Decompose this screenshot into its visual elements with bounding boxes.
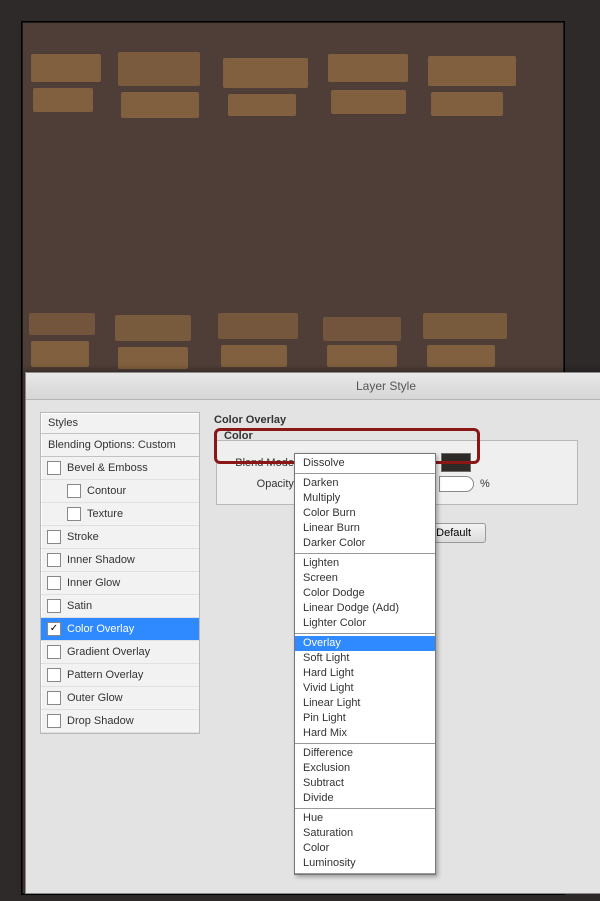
style-label: Satin [67,600,92,612]
blend-mode-option-hard-light[interactable]: Hard Light [295,666,435,681]
blend-mode-option-luminosity[interactable]: Luminosity [295,856,435,871]
blending-options-row[interactable]: Blending Options: Custom [41,434,199,457]
checkbox[interactable] [47,668,61,682]
blend-mode-option-lighter-color[interactable]: Lighter Color [295,616,435,631]
blend-mode-option-vivid-light[interactable]: Vivid Light [295,681,435,696]
checkbox[interactable] [47,553,61,567]
blend-mode-option-linear-light[interactable]: Linear Light [295,696,435,711]
blend-mode-option-color[interactable]: Color [295,841,435,856]
checkbox[interactable] [47,530,61,544]
dialog-title: Layer Style [26,373,600,400]
blend-mode-option-dissolve[interactable]: Dissolve [295,456,435,471]
opacity-unit: % [480,478,490,490]
style-row-color-overlay[interactable]: ✓ Color Overlay [41,618,199,641]
opacity-label: Opacity: [227,478,297,490]
color-swatch[interactable] [441,453,471,472]
blend-mode-option-hue[interactable]: Hue [295,811,435,826]
blend-mode-option-darker-color[interactable]: Darker Color [295,536,435,551]
blend-mode-option-soft-light[interactable]: Soft Light [295,651,435,666]
checkbox[interactable] [47,714,61,728]
blend-mode-option-subtract[interactable]: Subtract [295,776,435,791]
style-row-satin[interactable]: Satin [41,595,199,618]
checkbox[interactable] [67,484,81,498]
styles-header[interactable]: Styles [41,413,199,434]
checkbox[interactable] [47,576,61,590]
checkbox[interactable] [47,691,61,705]
blend-mode-option-hard-mix[interactable]: Hard Mix [295,726,435,741]
blend-mode-option-linear-burn[interactable]: Linear Burn [295,521,435,536]
blend-mode-option-lighten[interactable]: Lighten [295,556,435,571]
checkbox[interactable] [47,461,61,475]
style-label: Pattern Overlay [67,669,143,681]
style-label: Stroke [67,531,99,543]
style-row-inner-shadow[interactable]: Inner Shadow [41,549,199,572]
style-label: Inner Shadow [67,554,135,566]
color-overlay-pane: Color Overlay Color Blend Mode: Normal O… [212,412,600,734]
blend-mode-option-screen[interactable]: Screen [295,571,435,586]
style-label: Gradient Overlay [67,646,150,658]
style-label: Color Overlay [67,623,134,635]
blend-mode-dropdown[interactable]: Dissolve DarkenMultiplyColor BurnLinear B… [294,453,436,875]
style-label: Outer Glow [67,692,123,704]
style-row-inner-glow[interactable]: Inner Glow [41,572,199,595]
style-label: Bevel & Emboss [67,462,148,474]
checkbox[interactable] [47,599,61,613]
blend-mode-option-divide[interactable]: Divide [295,791,435,806]
blend-mode-label: Blend Mode: [227,457,297,469]
texture-band [23,48,563,138]
opacity-input[interactable] [439,476,474,492]
blend-mode-option-saturation[interactable]: Saturation [295,826,435,841]
checkbox[interactable] [47,645,61,659]
blend-mode-option-darken[interactable]: Darken [295,476,435,491]
style-label: Drop Shadow [67,715,134,727]
blend-mode-option-linear-dodge-add-[interactable]: Linear Dodge (Add) [295,601,435,616]
style-label: Texture [87,508,123,520]
style-label: Contour [87,485,126,497]
blend-mode-option-overlay[interactable]: Overlay [295,636,435,651]
blend-mode-option-multiply[interactable]: Multiply [295,491,435,506]
blend-mode-option-color-dodge[interactable]: Color Dodge [295,586,435,601]
style-row-gradient-overlay[interactable]: Gradient Overlay [41,641,199,664]
styles-panel: Styles Blending Options: Custom Bevel & … [40,412,200,734]
style-row-stroke[interactable]: Stroke [41,526,199,549]
style-row-drop-shadow[interactable]: Drop Shadow [41,710,199,733]
style-row-texture[interactable]: Texture [41,503,199,526]
blend-mode-option-color-burn[interactable]: Color Burn [295,506,435,521]
style-label: Inner Glow [67,577,120,589]
style-row-contour[interactable]: Contour [41,480,199,503]
blend-mode-option-difference[interactable]: Difference [295,746,435,761]
style-row-bevel-emboss[interactable]: Bevel & Emboss [41,457,199,480]
blend-mode-option-pin-light[interactable]: Pin Light [295,711,435,726]
layer-style-dialog: Layer Style Styles Blending Options: Cus… [25,372,600,894]
checkbox[interactable] [67,507,81,521]
checkbox[interactable]: ✓ [47,622,61,636]
style-row-pattern-overlay[interactable]: Pattern Overlay [41,664,199,687]
blend-mode-option-exclusion[interactable]: Exclusion [295,761,435,776]
section-title: Color Overlay [214,414,600,426]
style-row-outer-glow[interactable]: Outer Glow [41,687,199,710]
